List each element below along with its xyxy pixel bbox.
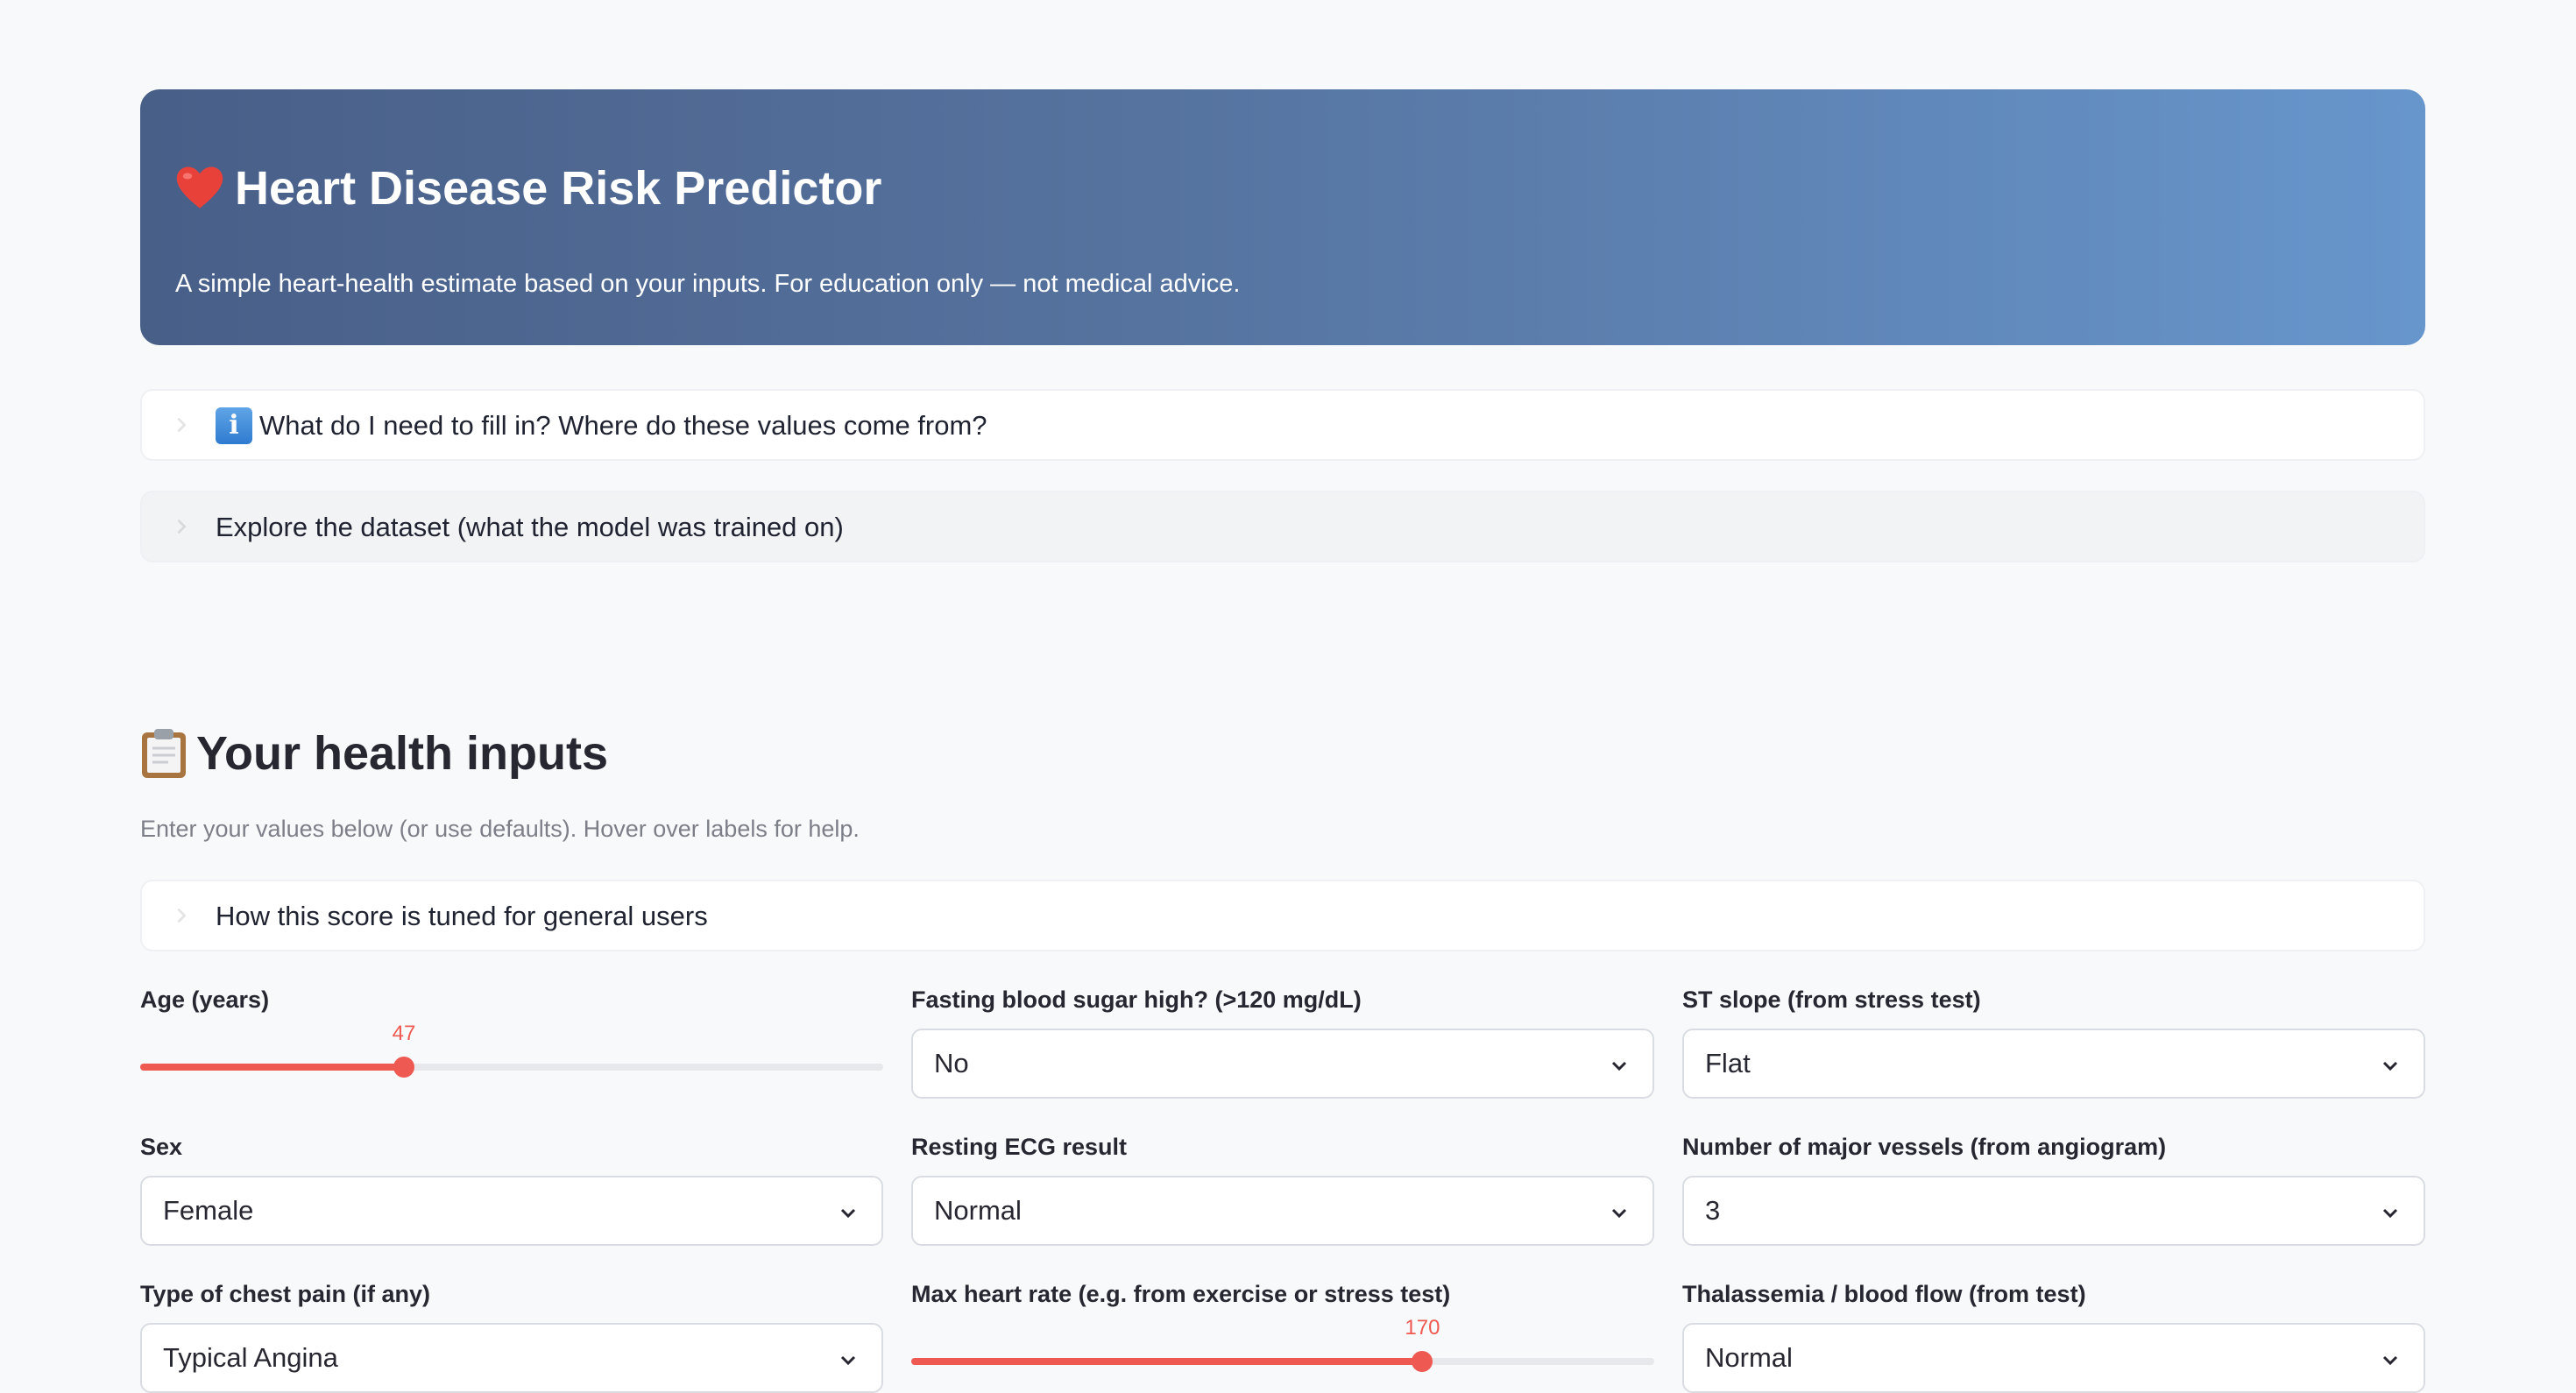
age-slider-fill	[140, 1064, 405, 1071]
chevron-down-icon	[1611, 1208, 1627, 1219]
fasting-blood-sugar-select[interactable]: No	[911, 1029, 1654, 1099]
max-heart-rate-slider[interactable]: 170	[911, 1314, 1654, 1375]
chest-pain-label: Type of chest pain (if any)	[140, 1281, 431, 1307]
heart-icon	[176, 166, 223, 209]
chevron-right-icon	[177, 417, 187, 433]
chevron-down-icon	[2382, 1061, 2398, 1071]
fasting-blood-sugar-select-value: No	[934, 1048, 969, 1078]
resting-ecg-label: Resting ECG result	[911, 1134, 1128, 1160]
max-heart-rate-label: Max heart rate (e.g. from exercise or st…	[911, 1281, 1451, 1307]
age-slider[interactable]: 47	[140, 1020, 883, 1081]
chevron-right-icon	[177, 519, 187, 534]
chevron-down-icon	[840, 1208, 856, 1219]
age-slider-thumb[interactable]	[393, 1057, 415, 1078]
clipboard-icon	[142, 729, 186, 778]
app-title-text: Heart Disease Risk Predictor	[235, 162, 882, 215]
chevron-down-icon	[2382, 1355, 2398, 1366]
hero-banner: Heart Disease Risk Predictor A simple he…	[140, 89, 2425, 345]
score-tuning-expander-label: How this score is tuned for general user…	[216, 901, 708, 931]
chevron-right-icon	[177, 908, 187, 923]
st-slope-select[interactable]: Flat	[1682, 1029, 2425, 1099]
inputs-section-title: Your health inputs	[140, 720, 608, 787]
thalassemia-label: Thalassemia / blood flow (from test)	[1682, 1281, 2086, 1307]
sex-select[interactable]: Female	[140, 1176, 883, 1246]
app-subtitle: A simple heart-health estimate based on …	[175, 270, 1241, 298]
chevron-down-icon	[1611, 1061, 1627, 1071]
chevron-down-icon	[2382, 1208, 2398, 1219]
inputs-section-caption: Enter your values below (or use defaults…	[140, 816, 860, 842]
major-vessels-label: Number of major vessels (from angiogram)	[1682, 1134, 2167, 1160]
max-heart-rate-slider-value: 170	[1405, 1316, 1440, 1340]
sex-label: Sex	[140, 1134, 183, 1160]
info-icon: i	[216, 407, 252, 444]
app-title: Heart Disease Risk Predictor	[175, 158, 881, 219]
resting-ecg-select[interactable]: Normal	[911, 1176, 1654, 1246]
max-heart-rate-slider-thumb[interactable]	[1412, 1351, 1433, 1372]
fasting-blood-sugar-label: Fasting blood sugar high? (>120 mg/dL)	[911, 986, 1362, 1013]
resting-ecg-select-value: Normal	[934, 1195, 1022, 1226]
dataset-expander[interactable]: Explore the dataset (what the model was …	[140, 491, 2425, 562]
help-expander-label: What do I need to fill in? Where do thes…	[259, 410, 987, 441]
max-heart-rate-slider-fill	[911, 1358, 1423, 1365]
chest-pain-select[interactable]: Typical Angina	[140, 1323, 883, 1393]
dataset-expander-label: Explore the dataset (what the model was …	[216, 512, 844, 542]
score-tuning-expander[interactable]: How this score is tuned for general user…	[140, 880, 2425, 951]
thalassemia-select-value: Normal	[1705, 1342, 1793, 1373]
major-vessels-select[interactable]: 3	[1682, 1176, 2425, 1246]
thalassemia-select[interactable]: Normal	[1682, 1323, 2425, 1393]
major-vessels-select-value: 3	[1705, 1195, 1721, 1226]
st-slope-label: ST slope (from stress test)	[1682, 986, 1981, 1013]
inputs-section-title-text: Your health inputs	[196, 727, 608, 780]
chevron-down-icon	[840, 1355, 856, 1366]
help-expander[interactable]: i What do I need to fill in? Where do th…	[140, 389, 2425, 461]
st-slope-select-value: Flat	[1705, 1048, 1751, 1078]
chest-pain-select-value: Typical Angina	[163, 1342, 338, 1373]
age-slider-value: 47	[392, 1022, 416, 1045]
age-label: Age (years)	[140, 986, 270, 1013]
sex-select-value: Female	[163, 1195, 254, 1226]
